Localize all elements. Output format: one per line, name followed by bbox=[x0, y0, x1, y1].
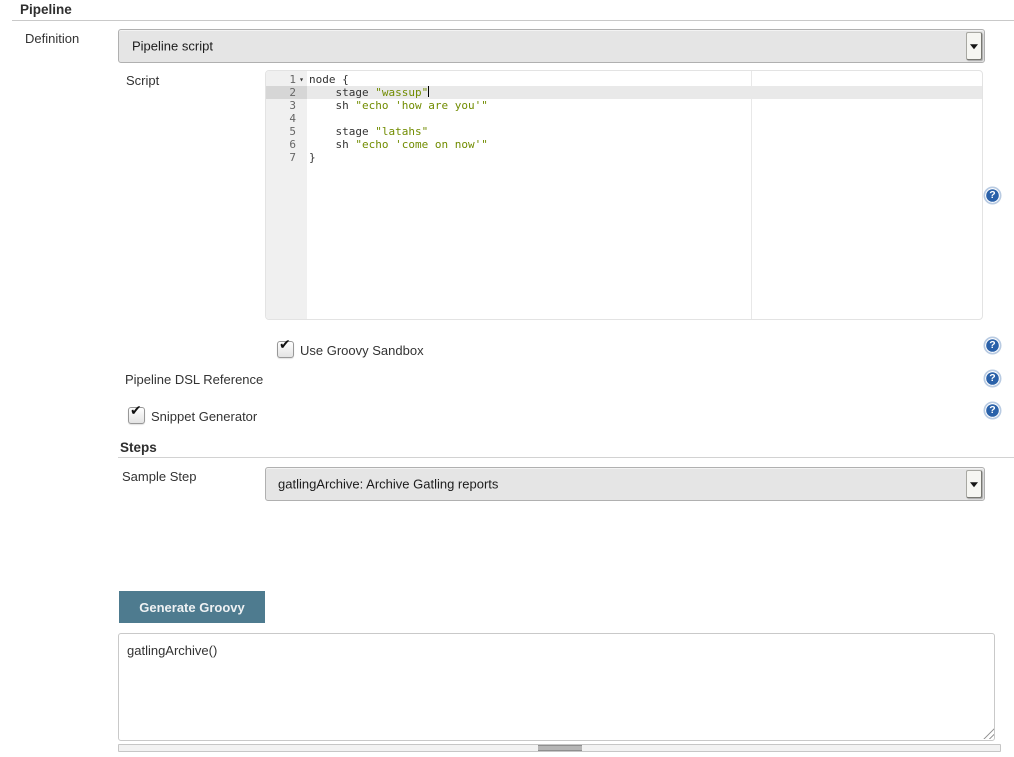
pipeline-config-page: Pipeline Definition Pipeline script Scri… bbox=[0, 0, 1014, 757]
steps-section-divider bbox=[118, 457, 1014, 458]
fold-arrow-icon[interactable]: ▾ bbox=[296, 73, 307, 86]
generate-groovy-button[interactable]: Generate Groovy bbox=[119, 591, 265, 623]
definition-select-arrow-button[interactable] bbox=[966, 32, 982, 60]
line-number: 6 bbox=[266, 138, 307, 151]
line-number: 4 bbox=[266, 112, 307, 125]
code-line[interactable]: sh "echo 'come on now'" bbox=[307, 138, 982, 151]
use-groovy-sandbox-checkbox[interactable]: ✔ bbox=[277, 341, 294, 358]
sample-step-select-arrow-button[interactable] bbox=[966, 470, 982, 498]
definition-select[interactable]: Pipeline script bbox=[118, 29, 985, 63]
checkmark-icon: ✔ bbox=[130, 403, 142, 419]
editor-gutter[interactable]: 1▾234567 bbox=[266, 71, 307, 319]
line-number: 3 bbox=[266, 99, 307, 112]
line-number: 1▾ bbox=[266, 73, 307, 86]
help-icon[interactable]: ? bbox=[985, 403, 1000, 418]
pipeline-section-divider bbox=[12, 20, 1014, 21]
script-editor[interactable]: 1▾234567 node { stage "wassup" sh "echo … bbox=[265, 70, 983, 320]
code-line[interactable]: stage "wassup" bbox=[307, 86, 982, 99]
help-icon[interactable]: ? bbox=[985, 188, 1000, 203]
code-line[interactable] bbox=[307, 112, 982, 125]
sample-step-selected-value: gatlingArchive: Archive Gatling reports bbox=[278, 477, 498, 492]
groovy-output-textarea[interactable]: gatlingArchive() bbox=[118, 633, 995, 741]
code-line[interactable]: sh "echo 'how are you'" bbox=[307, 99, 982, 112]
text-cursor bbox=[428, 86, 429, 97]
pipeline-section-title: Pipeline bbox=[20, 2, 72, 17]
line-number: 2 bbox=[266, 86, 307, 99]
chevron-down-icon bbox=[970, 44, 978, 49]
sample-step-select[interactable]: gatlingArchive: Archive Gatling reports bbox=[265, 467, 985, 501]
chevron-down-icon bbox=[970, 482, 978, 487]
script-label: Script bbox=[126, 73, 159, 88]
code-line[interactable]: node { bbox=[307, 73, 982, 86]
line-number: 7 bbox=[266, 151, 307, 164]
drag-handle-icon bbox=[538, 745, 582, 751]
code-line[interactable]: } bbox=[307, 151, 982, 164]
editor-code-area[interactable]: node { stage "wassup" sh "echo 'how are … bbox=[307, 71, 982, 319]
snippet-generator-label: Snippet Generator bbox=[151, 409, 257, 424]
definition-selected-value: Pipeline script bbox=[132, 39, 213, 54]
pipeline-dsl-reference-label: Pipeline DSL Reference bbox=[125, 372, 263, 387]
help-icon[interactable]: ? bbox=[985, 338, 1000, 353]
use-groovy-sandbox-label: Use Groovy Sandbox bbox=[300, 343, 424, 358]
textarea-resize-bar[interactable] bbox=[118, 744, 1001, 752]
definition-label: Definition bbox=[25, 31, 79, 46]
steps-section-title: Steps bbox=[120, 440, 157, 455]
help-icon[interactable]: ? bbox=[985, 371, 1000, 386]
sample-step-label: Sample Step bbox=[122, 469, 196, 484]
snippet-generator-checkbox[interactable]: ✔ bbox=[128, 407, 145, 424]
checkmark-icon: ✔ bbox=[279, 337, 291, 353]
line-number: 5 bbox=[266, 125, 307, 138]
code-line[interactable]: stage "latahs" bbox=[307, 125, 982, 138]
